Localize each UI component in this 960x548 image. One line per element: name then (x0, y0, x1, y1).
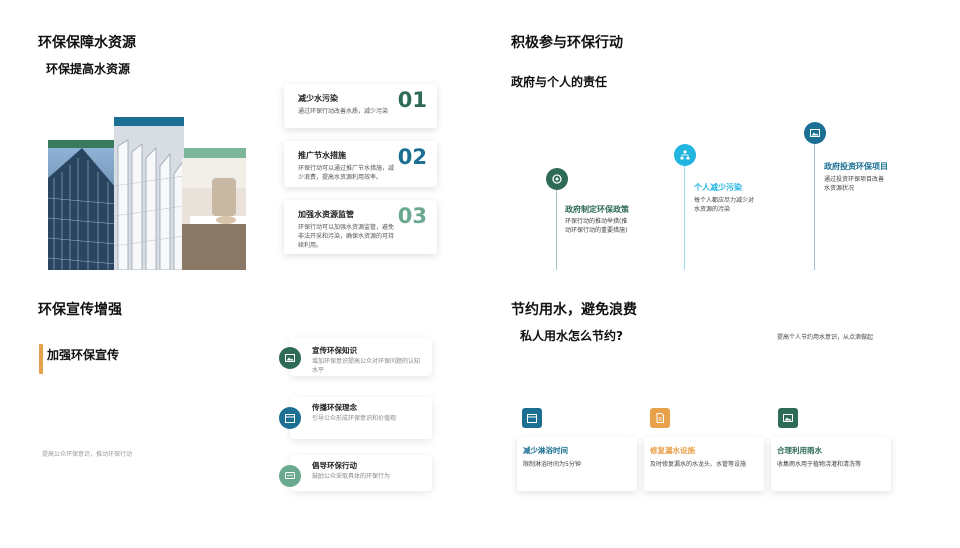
card-number: 03 (397, 204, 427, 228)
panel-title: 环保保障水资源 (38, 35, 136, 51)
hierarchy-icon (671, 141, 699, 169)
panel-title: 环保宣传增强 (38, 302, 122, 318)
timeline-line (684, 165, 685, 270)
item-desc: 鼓励公众采取具体的环保行为 (312, 473, 391, 480)
card-title: 加强水资源监管 (298, 210, 354, 219)
skyscraper-photo (48, 148, 116, 270)
card-number: 02 (397, 145, 427, 169)
item-desc: 增加环保意识提高公众对环保问题的认知水平 (312, 358, 421, 374)
tip-card-leak: 修复漏水设施 及时修复漏水的水龙头、水管等设施 (644, 437, 764, 491)
tip-title: 减少淋浴时间 (523, 446, 568, 455)
list-item: 宣传环保知识 增加环保意识提高公众对环保问题的认知水平 (290, 338, 432, 376)
tip-desc: 及时修复漏水的水龙头、水管等设施 (650, 461, 747, 468)
building-facade-photo (114, 126, 184, 270)
target-icon (543, 165, 571, 193)
card-desc: 通过环保行动改善水质，减少污染 (298, 108, 389, 115)
tip-title: 合理利用雨水 (777, 446, 822, 455)
image-icon (778, 408, 798, 428)
timeline-item-title: 政府投资环保项目 (824, 162, 888, 171)
item-desc: 引导公众形成环保意识和价值观 (312, 415, 397, 422)
panel-subtitle: 加强环保宣传 (47, 348, 120, 362)
panel-subtitle: 政府与个人的责任 (511, 75, 608, 89)
timeline-line (814, 143, 815, 270)
tip-card-rainwater: 合理利用雨水 收集雨水用于植物浇灌和清洗等 (771, 437, 891, 491)
panel-title: 积极参与环保行动 (511, 35, 623, 51)
card-title: 推广节水措施 (298, 151, 346, 160)
accent-bar-light (182, 148, 246, 158)
timeline-line (556, 188, 557, 270)
panel-water-protection: 环保保障水资源 环保提高水资源 减少水污染 通过环保行动改善水质，减少污染 01… (0, 0, 480, 274)
calendar-icon (279, 407, 301, 429)
item-title: 传播环保理念 (312, 403, 357, 412)
document-icon (650, 408, 670, 428)
card-title: 减少水污染 (298, 94, 338, 103)
tip-card-shower: 减少淋浴时间 限制淋浴时间为5分钟 (517, 437, 637, 491)
list-item: 倡导环保行动 鼓励公众采取具体的环保行为 (290, 455, 432, 491)
card-water-saving: 推广节水措施 环保行动可以通过推广节水措施，减少浪费，提高水资源利用效率。 02 (284, 141, 437, 187)
accent-bar (39, 344, 43, 374)
card-reduce-pollution: 减少水污染 通过环保行动改善水质，减少污染 01 (284, 84, 437, 128)
calendar-icon (522, 408, 542, 428)
image-icon (801, 119, 829, 147)
card-desc: 环保行动可以通过推广节水措施，减少浪费，提高水资源利用效率。 (298, 165, 395, 181)
list-item: 传播环保理念 引导公众形成环保意识和价值观 (290, 397, 432, 439)
tip-title: 修复漏水设施 (650, 446, 695, 455)
timeline-item-title: 个人减少污染 (694, 183, 742, 192)
timeline-item-desc: 环保行动的推动举措(推动环保行动的重要措施) (565, 218, 628, 234)
office-photo (182, 158, 246, 270)
tip-desc: 限制淋浴时间为5分钟 (523, 461, 581, 468)
image-icon (279, 347, 301, 369)
item-title: 宣传环保知识 (312, 346, 357, 355)
card-supervision: 加强水资源监管 环保行动可以加强水资源监管，避免非法开采和污染，确保水资源的可持… (284, 200, 437, 254)
note-text: 提高个人节约用水意识，从点滴做起 (777, 334, 874, 341)
panel-subtitle: 环保提高水资源 (46, 62, 131, 76)
chat-icon (279, 465, 301, 487)
timeline-item-title: 政府制定环保政策 (565, 205, 629, 214)
panel-subtitle: 私人用水怎么节约? (520, 329, 623, 343)
note-text: 提高公众环保意识，推动环保行动 (42, 451, 133, 458)
card-desc: 环保行动可以加强水资源监管，避免非法开采和污染，确保水资源的可持续利用。 (298, 224, 395, 249)
timeline-item-desc: 通过投资环保项目改善水资源状况 (824, 176, 885, 192)
timeline-item-desc: 每个人都应尽力减少对水资源的污染 (694, 197, 755, 213)
item-title: 倡导环保行动 (312, 461, 357, 470)
panel-title: 节约用水，避免浪费 (511, 302, 637, 318)
tip-desc: 收集雨水用于植物浇灌和清洗等 (777, 461, 862, 468)
panel-responsibility: 积极参与环保行动 政府与个人的责任 政府制定环保政策 环保行动的推动举措(推动环… (480, 0, 960, 274)
panel-publicity: 环保宣传增强 加强环保宣传 提高公众环保意识，推动环保行动 宣传环保知识 增加环… (0, 274, 480, 548)
card-number: 01 (397, 88, 427, 112)
panel-save-water: 节约用水，避免浪费 私人用水怎么节约? 提高个人节约用水意识，从点滴做起 减少淋… (480, 274, 960, 548)
